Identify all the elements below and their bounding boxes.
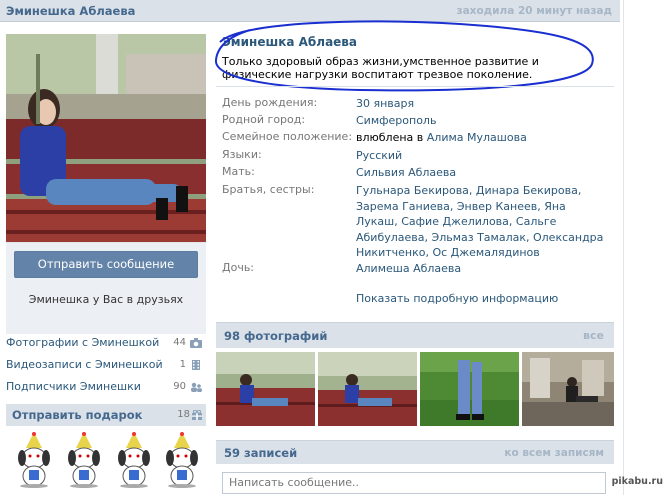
profile-name-header[interactable]: Эминешка Аблаева [6,4,135,18]
sidebar-links: Фотографии с Эминешкой 44 Видеозаписи с … [6,332,206,398]
info-value[interactable]: Гульнара Бекирова, Динара Бекирова, Заре… [356,183,604,261]
gifts-title[interactable]: Отправить подарок [12,408,143,422]
post-input[interactable]: Написать сообщение.. [222,472,606,494]
count-badge: 90 [173,381,186,392]
last-seen-status: заходила 20 минут назад [456,5,613,17]
gifts-header[interactable]: Отправить подарок 18 [6,404,206,426]
partner-link[interactable]: Алима Мулашова [427,131,527,144]
gifts-count: 18 [177,409,190,420]
info-row-hometown: Родной город: Симферополь [222,113,614,130]
message-box: Отправить сообщение Эминешка у Вас в дру… [6,242,206,334]
info-label: Дочь: [222,261,255,274]
left-column: Отправить сообщение Эминешка у Вас в дру… [0,22,212,495]
info-value[interactable]: Сильвия Аблаева [356,165,614,181]
sidebar-item-label[interactable]: Подписчики Эминешки [6,380,141,393]
photo-thumbnails [216,352,614,426]
status-text[interactable]: Только здоровый образ жизни,умственное р… [222,55,592,81]
divider [623,0,624,495]
info-row-birthday: День рождения: 30 января [222,96,614,113]
info-value[interactable]: 30 января [356,96,614,112]
info-row-siblings: Братья, сестры: Гульнара Бекирова, Динар… [222,183,614,261]
users-icon [191,382,202,392]
info-row-mother: Мать: Сильвия Аблаева [222,165,614,183]
sidebar-item-videos-with[interactable]: Видеозаписи с Эминешкой 1 [6,354,206,376]
watermark: pikabu.ru [611,476,663,487]
info-label: Братья, сестры: [222,183,315,196]
photo-thumbnail[interactable] [216,352,315,426]
info-label: День рождения: [222,96,318,109]
film-icon [192,360,200,370]
show-more-link[interactable]: Показать подробную информацию [356,292,558,305]
photos-header[interactable]: 98 фотографий все [216,322,614,348]
info-value[interactable]: Алимеша Аблаева [356,261,614,277]
info-row-relationship: Семейное положение: влюблена в Алима Мул… [222,130,614,148]
count-badge: 1 [179,359,186,370]
posts-title[interactable]: 59 записей [224,446,297,460]
count-badge: 44 [173,337,186,348]
profile-photo[interactable] [6,34,206,256]
info-value-prefix: влюблена в [356,131,424,144]
info-row-languages: Языки: Русский [222,148,614,165]
gift-dog-icon[interactable] [62,432,106,488]
send-message-button[interactable]: Отправить сообщение [14,251,198,278]
photo-thumbnail[interactable] [522,352,614,426]
camera-icon [190,338,202,348]
info-label: Семейное положение: [222,130,353,143]
profile-header: Эминешка Аблаева заходила 20 минут назад [0,0,620,22]
photos-all-link[interactable]: все [583,329,604,342]
posts-all-link[interactable]: ко всем записям [504,447,604,459]
sidebar-item-label[interactable]: Видеозаписи с Эминешкой [6,358,163,371]
gift-dog-icon[interactable] [112,432,156,488]
info-value[interactable]: Симферополь [356,113,614,129]
gifts-list [6,430,206,490]
sidebar-item-photos-with[interactable]: Фотографии с Эминешкой 44 [6,332,206,354]
sidebar-item-subscribers[interactable]: Подписчики Эминешки 90 [6,376,206,398]
status-block: Эминешка Аблаева Только здоровый образ ж… [222,35,592,81]
sidebar-item-label[interactable]: Фотографии с Эминешкой [6,336,159,349]
gift-dog-icon[interactable] [12,432,56,488]
profile-page: Эминешка Аблаева заходила 20 минут назад [0,0,667,495]
photo-thumbnail[interactable] [318,352,417,426]
gift-icon [192,410,202,420]
info-label: Родной город: [222,113,306,126]
info-label: Языки: [222,148,262,161]
profile-name[interactable]: Эминешка Аблаева [222,35,592,49]
divider [216,86,614,87]
info-label: Мать: [222,165,255,178]
friend-status-note: Эминешка у Вас в друзьях [28,293,184,306]
gift-dog-icon[interactable] [160,432,204,488]
info-row-daughter: Дочь: Алимеша Аблаева [222,261,614,278]
photos-title[interactable]: 98 фотографий [224,329,327,343]
info-value[interactable]: Русский [356,148,614,164]
photo-thumbnail[interactable] [420,352,519,426]
posts-header[interactable]: 59 записей ко всем записям [216,440,614,464]
profile-info: День рождения: 30 января Родной город: С… [222,96,614,278]
